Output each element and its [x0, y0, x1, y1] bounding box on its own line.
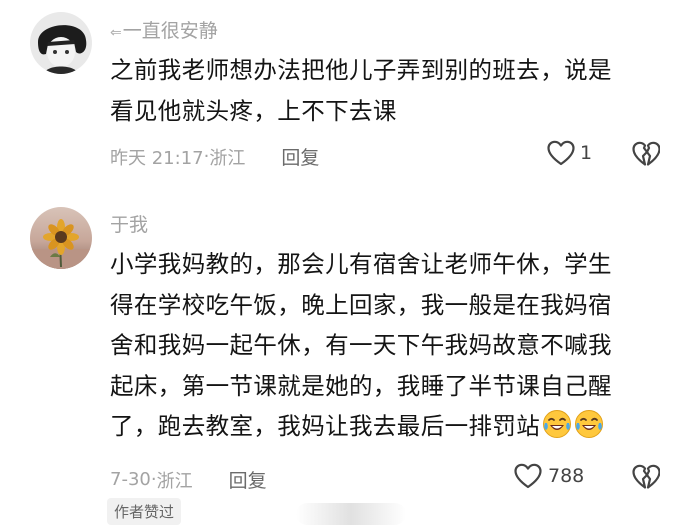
heart-outline-icon [547, 140, 575, 166]
comment-line: 了，跑去教室，我妈让我去最后一排罚站 [110, 406, 670, 447]
avatar[interactable] [30, 207, 92, 269]
dislike-button[interactable] [632, 141, 661, 171]
author-liked-badge: 作者赞过 [107, 498, 182, 525]
comment-line: 得在学校吃午饭，晚上回家，我一般是在我妈宿 [110, 290, 612, 319]
dislike-button[interactable] [632, 464, 661, 494]
reply-arrow-icon: ⇐ [110, 25, 122, 41]
timestamp: 7-30 [110, 469, 151, 490]
watermark-blur [296, 503, 406, 525]
comment-line: 舍和我妈一起午休，有一天下午我妈故意不喊我 [110, 331, 612, 359]
location: 浙江 [209, 147, 246, 169]
comment-line: 起床，第一节课就是她的，我睡了半节课自己醒 [110, 371, 612, 400]
comment-line: 小学我妈教的，那会儿有宿舍让老师午休，学生 [110, 250, 612, 278]
timestamp: 昨天 21:17 [110, 147, 204, 169]
like-button[interactable]: 1 [547, 140, 592, 166]
comment-2: 于我 小学我妈教的，那会儿有宿舍让老师午休，学生 得在学校吃午饭，晚上回家，我一… [0, 200, 690, 531]
laughing-crying-emoji [543, 410, 572, 438]
laughing-crying-emoji [575, 410, 604, 438]
heart-outline-icon [514, 463, 542, 489]
like-count: 1 [580, 142, 593, 164]
comment-1: ⇐ 一直很安静 之前我老师想办法把他儿子弄到别的班去，说是 看见他就头疼，上不下去… [0, 0, 690, 200]
reply-button[interactable]: 回复 [281, 143, 319, 170]
location: 浙江 [156, 470, 193, 492]
comment-text: 之前我老师想办法把他儿子弄到别的班去，说是 看见他就头疼，上不下去课 [110, 50, 670, 131]
broken-heart-icon [632, 141, 661, 166]
like-count: 788 [548, 465, 585, 487]
comment-meta: 7-30 · 浙江 回复 [110, 466, 267, 493]
reply-button[interactable]: 回复 [229, 466, 267, 493]
comment-meta: 昨天 21:17 · 浙江 回复 [110, 143, 319, 170]
broken-heart-icon [632, 464, 661, 489]
comment-text: 小学我妈教的，那会儿有宿舍让老师午休，学生 得在学校吃午饭，晚上回家，我一般是在… [110, 244, 670, 447]
comment-line: 之前我老师想办法把他儿子弄到别的班去，说是 [110, 56, 612, 84]
avatar[interactable] [30, 12, 92, 74]
like-button[interactable]: 788 [514, 463, 584, 489]
comment-line: 看见他就头疼，上不下去课 [110, 96, 397, 125]
username[interactable]: ⇐ 一直很安静 [110, 16, 218, 43]
username[interactable]: 于我 [110, 210, 148, 237]
